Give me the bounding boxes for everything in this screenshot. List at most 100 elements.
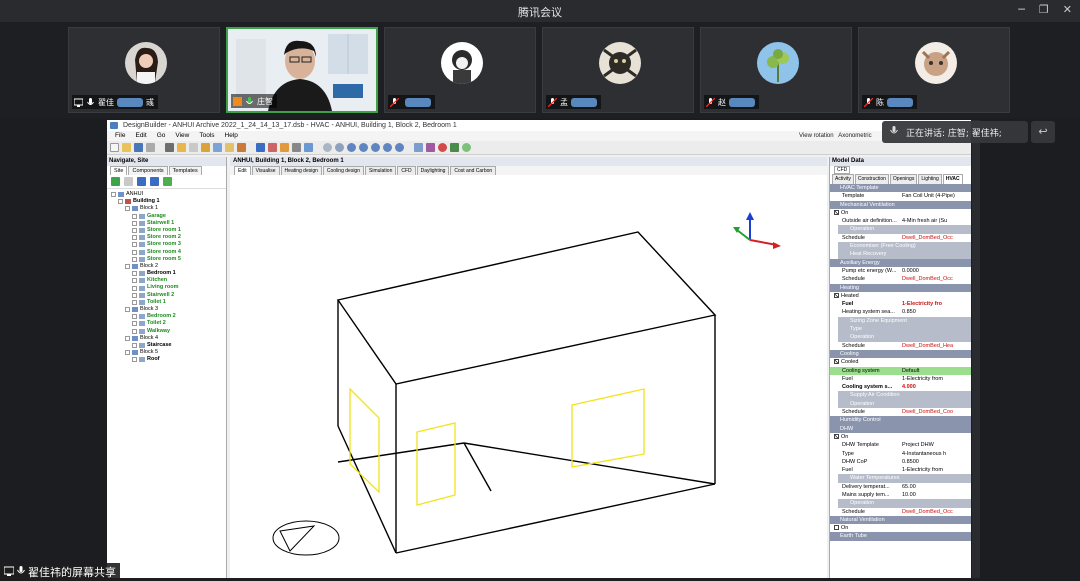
tab-cfd[interactable]: CFD <box>397 166 416 175</box>
property-group-header[interactable]: Heating <box>830 283 971 292</box>
property-value[interactable]: Dwell_DomBed_Hea <box>902 342 953 350</box>
expand-toggle-icon[interactable] <box>132 292 137 298</box>
zoom-fit-icon[interactable] <box>371 143 380 152</box>
property-group-header[interactable]: Humidity Control <box>830 416 971 425</box>
tree-item[interactable]: Walkway <box>107 328 226 335</box>
property-checkbox-row[interactable]: On <box>830 524 971 532</box>
property-row[interactable]: DHW CoP 0.8500 <box>830 458 971 466</box>
tab-cooling-design[interactable]: Cooling design <box>322 166 364 175</box>
property-row[interactable]: Cooling system s... 4.000 <box>830 383 971 391</box>
property-value[interactable]: Default <box>902 367 919 375</box>
tab-cfd-data[interactable]: CFD <box>834 166 851 174</box>
checkbox-checked-icon[interactable] <box>834 292 839 298</box>
expand-toggle-icon[interactable] <box>132 271 137 277</box>
participant-tile[interactable] <box>384 27 536 113</box>
participant-tile[interactable]: 翟佳 彧 <box>68 27 220 113</box>
property-row[interactable]: Type 4-Instantaneous h <box>830 450 971 458</box>
property-row[interactable]: Cooling system Default <box>830 366 971 375</box>
property-row[interactable]: Schedule Dwell_DomBed_Coo <box>830 408 971 416</box>
property-subgroup-header[interactable]: Sizing Zone Equipment <box>838 316 971 326</box>
new-file-icon[interactable] <box>110 143 119 152</box>
expand-toggle-icon[interactable] <box>132 256 137 262</box>
tab-edit[interactable]: Edit <box>234 166 251 175</box>
stop-icon[interactable] <box>438 143 447 152</box>
tab-hvac[interactable]: HVAC <box>942 174 963 184</box>
zoom-in-icon[interactable] <box>347 143 356 152</box>
tree-item[interactable]: Store room 2 <box>107 234 226 241</box>
property-row[interactable]: Fuel 1-Electricity from <box>830 375 971 383</box>
refresh-icon[interactable] <box>462 143 471 152</box>
zoom-previous-icon[interactable] <box>395 143 404 152</box>
expand-toggle-icon[interactable] <box>132 220 137 226</box>
menu-view[interactable]: View <box>175 131 189 141</box>
tree-item[interactable]: Block 2 <box>107 263 226 270</box>
window-scrollbar[interactable] <box>972 120 980 578</box>
tree-item[interactable]: Stairwell 2 <box>107 292 226 299</box>
tree-item[interactable]: ANHUI <box>107 191 226 198</box>
property-value[interactable]: Fan Coil Unit (4-Pipe) <box>902 192 955 200</box>
tab-simulation[interactable]: Simulation <box>365 166 397 175</box>
expand-toggle-icon[interactable] <box>125 350 130 356</box>
menu-tools[interactable]: Tools <box>199 131 214 141</box>
property-subgroup-header[interactable]: Water Temperatures <box>838 474 971 483</box>
close-icon[interactable]: ✕ <box>1063 3 1072 16</box>
menu-file[interactable]: File <box>115 131 125 141</box>
participant-tile-active[interactable]: 庄智 <box>226 27 378 113</box>
print-icon[interactable] <box>146 143 155 152</box>
property-group-header[interactable]: DHW <box>830 424 971 433</box>
zoom-out-icon[interactable] <box>359 143 368 152</box>
measure-icon[interactable] <box>201 143 210 152</box>
expand-toggle-icon[interactable] <box>125 263 130 269</box>
arrow-forward-icon[interactable] <box>150 177 159 186</box>
property-checkbox-row[interactable]: Cooled <box>830 358 971 366</box>
rotate-icon[interactable] <box>323 143 332 152</box>
property-subgroup-header[interactable]: Operation <box>838 225 971 234</box>
compass-icon[interactable] <box>272 520 340 556</box>
property-row[interactable]: Schedule Dwell_DomBed_Occ <box>830 234 971 242</box>
checkbox-checked-icon[interactable] <box>834 433 839 439</box>
restore-icon[interactable]: ❐ <box>1039 3 1049 16</box>
property-row[interactable]: Fuel 1-Electricity from <box>830 466 971 474</box>
property-subgroup-header[interactable]: Operation <box>838 499 971 508</box>
property-row[interactable]: Outside air definition... 4-Min fresh air… <box>830 217 971 225</box>
property-value[interactable]: Dwell_DomBed_Coo <box>902 408 953 416</box>
expand-toggle-icon[interactable] <box>118 199 123 205</box>
refresh-icon[interactable] <box>163 177 172 186</box>
checkbox-checked-icon[interactable] <box>834 209 839 215</box>
property-row[interactable]: Schedule Dwell_DomBed_Hea <box>830 342 971 350</box>
property-group-header[interactable]: Auxiliary Energy <box>830 258 971 267</box>
checkbox-unchecked-icon[interactable] <box>834 525 839 531</box>
property-value[interactable]: 1-Electricity from <box>902 466 943 474</box>
menu-help[interactable]: Help <box>225 131 238 141</box>
expand-toggle-icon[interactable] <box>125 335 130 341</box>
property-value[interactable]: 0.850 <box>902 308 916 316</box>
copy-icon[interactable] <box>213 143 222 152</box>
expand-toggle-icon[interactable] <box>132 249 137 255</box>
property-row[interactable]: Schedule Dwell_DomBed_Occ <box>830 508 971 516</box>
tree-item[interactable]: Store room 5 <box>107 256 226 263</box>
property-row[interactable]: DHW Template Project DHW <box>830 441 971 449</box>
participant-tile[interactable]: 赵 <box>700 27 852 113</box>
pencil-icon[interactable] <box>177 143 186 152</box>
property-value[interactable]: 1-Electricity fro <box>902 300 942 308</box>
tree-item[interactable]: Kitchen <box>107 277 226 284</box>
expand-toggle-icon[interactable] <box>132 278 137 284</box>
expand-toggle-icon[interactable] <box>132 343 137 349</box>
tree-item[interactable]: Garage <box>107 213 226 220</box>
property-row[interactable]: Heating system sea... 0.850 <box>830 308 971 316</box>
tree-item[interactable]: Toilet 1 <box>107 299 226 306</box>
property-row[interactable]: Template Fan Coil Unit (4-Pipe) <box>830 192 971 200</box>
property-subgroup-header[interactable]: Economiser (Free Cooling) <box>838 242 971 251</box>
draw-block-icon[interactable] <box>268 143 277 152</box>
return-button[interactable]: ↩ <box>1031 121 1055 143</box>
expand-toggle-icon[interactable] <box>132 321 137 327</box>
property-subgroup-header[interactable]: Heat Recovery <box>838 250 971 259</box>
text-tool-icon[interactable] <box>304 143 313 152</box>
check-icon[interactable] <box>450 143 459 152</box>
property-checkbox-row[interactable]: Heated <box>830 292 971 300</box>
property-row[interactable]: Fuel 1-Electricity fro <box>830 300 971 308</box>
paint-icon[interactable] <box>280 143 289 152</box>
pan-icon[interactable] <box>335 143 344 152</box>
property-value[interactable]: Project DHW <box>902 441 934 449</box>
tab-openings[interactable]: Openings <box>889 174 918 184</box>
